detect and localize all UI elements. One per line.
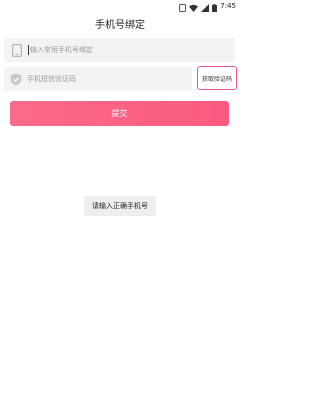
phone-icon	[10, 43, 24, 57]
submit-button[interactable]: 提交	[10, 101, 229, 126]
phone-input[interactable]	[30, 43, 210, 57]
title-bar: 手机号绑定	[0, 12, 240, 34]
status-icons: 7:45	[179, 1, 236, 12]
page-title: 手机号绑定	[95, 19, 145, 31]
status-bar: 7:45	[0, 0, 240, 12]
shield-check-icon	[10, 72, 23, 86]
status-time: 7:45	[220, 2, 236, 10]
code-field[interactable]	[4, 67, 192, 91]
get-code-button[interactable]: 获取验证码	[197, 66, 237, 90]
phone-field[interactable]	[4, 38, 235, 62]
code-input[interactable]	[26, 72, 192, 86]
text-caret	[28, 45, 29, 55]
toast-message: 请输入正确手机号	[84, 196, 156, 216]
